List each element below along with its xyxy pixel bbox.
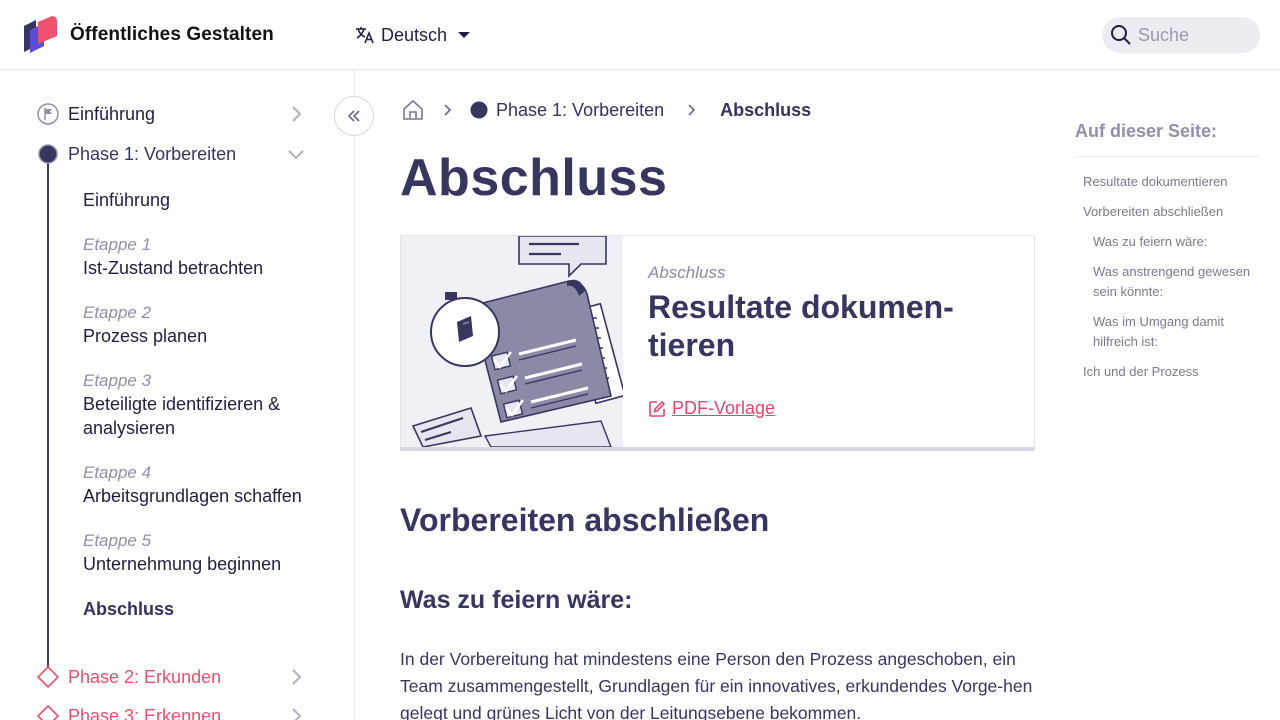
body-paragraph: In der Vorbereitung hat mindestens eine … xyxy=(400,649,1033,720)
search-icon xyxy=(1111,25,1131,45)
subsection-heading: Was zu feiern wäre: xyxy=(400,586,633,614)
card-title[interactable]: Resultate dokumen-tieren xyxy=(648,288,1008,364)
caret-down-icon xyxy=(458,32,471,38)
sidebar-subitem-etappe-3[interactable]: Etappe 3 Beteiligte identifizieren & ana… xyxy=(83,370,323,440)
sidebar-subitem-etappe-2[interactable]: Etappe 2 Prozess planen xyxy=(83,302,323,348)
collapse-sidebar-button[interactable] xyxy=(334,96,374,136)
breadcrumb-phase-label: Phase 1: Vorbereiten xyxy=(496,99,665,120)
card-kicker: Abschluss xyxy=(648,263,726,282)
subitem-title: Beteiligte identifizieren & analysieren xyxy=(83,394,281,438)
pdf-template-link[interactable]: PDF-Vorlage xyxy=(648,398,775,419)
sidebar-item-label: Phase 3: Erkennen xyxy=(68,705,222,720)
toc-heading: Auf dieser Seite: xyxy=(1075,121,1218,141)
subitem-title: Unternehmung beginnen xyxy=(83,554,282,574)
filled-circle-icon xyxy=(470,101,488,119)
subitem-title: Einführung xyxy=(83,190,171,210)
toc-item[interactable]: Was zu feiern wäre: xyxy=(1093,232,1258,252)
chevron-right-icon[interactable] xyxy=(286,667,306,687)
subitem-step: Etappe 3 xyxy=(83,371,152,390)
chevron-right-icon xyxy=(442,104,454,116)
sidebar-subitem-einfuehrung[interactable]: Einführung xyxy=(83,188,323,212)
language-selector[interactable]: Deutsch xyxy=(355,22,471,48)
language-label: Deutsch xyxy=(381,24,448,45)
timeline-line xyxy=(47,156,49,676)
toc-item[interactable]: Resultate dokumentieren xyxy=(1083,172,1258,192)
breadcrumb-phase[interactable]: Phase 1: Vorbereiten xyxy=(470,100,664,121)
sidebar-nav: Einführung Phase 1: Vorbereiten Einführu… xyxy=(0,70,355,720)
subitem-title: Prozess planen xyxy=(83,326,208,346)
breadcrumb: Phase 1: Vorbereiten Abschluss xyxy=(400,96,811,124)
sidebar-item-label: Phase 1: Vorbereiten xyxy=(68,143,237,164)
resource-card[interactable]: Abschluss Resultate dokumen-tieren PDF-V… xyxy=(400,235,1035,451)
sidebar-item-phase-1[interactable]: Phase 1: Vorbereiten xyxy=(36,140,316,168)
search-box[interactable] xyxy=(1102,17,1260,53)
sidebar-item-label: Phase 2: Erkunden xyxy=(68,666,222,687)
sidebar-item-phase-3[interactable]: Phase 3: Erkennen xyxy=(36,702,316,720)
card-illustration xyxy=(401,236,623,447)
edit-icon xyxy=(649,400,666,417)
subitem-title: Ist-Zustand betrachten xyxy=(83,258,264,278)
subitem-step: Etappe 2 xyxy=(83,303,152,322)
toc-divider xyxy=(1075,156,1260,157)
sidebar-subitem-etappe-5[interactable]: Etappe 5 Unternehmung beginnen xyxy=(83,530,323,576)
diamond-icon xyxy=(36,665,60,689)
sidebar-item-phase-2[interactable]: Phase 2: Erkunden xyxy=(36,663,316,691)
brand-name[interactable]: Öffentliches Gestalten xyxy=(70,24,274,46)
section-heading: Vorbereiten abschließen xyxy=(400,502,770,538)
chevron-down-icon[interactable] xyxy=(286,144,306,164)
chevron-right-icon xyxy=(686,104,698,116)
chevron-right-icon[interactable] xyxy=(286,706,306,720)
sidebar-subitem-etappe-1[interactable]: Etappe 1 Ist-Zustand betrachten xyxy=(83,234,323,280)
sidebar-subitem-abschluss[interactable]: Abschluss xyxy=(83,597,323,621)
subitem-title: Abschluss xyxy=(83,599,175,619)
brand-logo-icon[interactable] xyxy=(22,16,58,54)
toc-item[interactable]: Was im Umgang damit hilfreich ist: xyxy=(1093,312,1243,352)
search-input[interactable] xyxy=(1138,24,1256,46)
subitem-step: Etappe 4 xyxy=(83,463,152,482)
chevron-right-icon[interactable] xyxy=(286,104,306,124)
double-chevron-left-icon xyxy=(347,110,360,122)
filled-circle-icon xyxy=(36,142,60,166)
home-icon[interactable] xyxy=(400,97,426,123)
flag-icon xyxy=(36,102,60,126)
translate-icon xyxy=(356,27,374,44)
subitem-step: Etappe 5 xyxy=(83,531,152,550)
breadcrumb-current: Abschluss xyxy=(720,99,812,120)
subitem-step: Etappe 1 xyxy=(83,235,152,254)
sidebar-item-label: Einführung xyxy=(68,103,156,124)
site-header: Öffentliches Gestalten Deutsch xyxy=(0,0,1280,70)
toc-item[interactable]: Was anstrengend gewesen sein könnte: xyxy=(1093,262,1258,302)
sidebar-subitem-etappe-4[interactable]: Etappe 4 Arbeitsgrundlagen schaffen xyxy=(83,462,323,508)
pdf-template-label: PDF-Vorlage xyxy=(672,398,776,418)
toc-item[interactable]: Ich und der Prozess xyxy=(1083,362,1258,382)
page-title: Abschluss xyxy=(400,149,668,207)
toc-item[interactable]: Vorbereiten abschließen xyxy=(1083,202,1258,222)
diamond-icon xyxy=(36,704,60,720)
sidebar-item-einfuehrung[interactable]: Einführung xyxy=(36,100,316,128)
subitem-title: Arbeitsgrundlagen schaffen xyxy=(83,486,302,506)
